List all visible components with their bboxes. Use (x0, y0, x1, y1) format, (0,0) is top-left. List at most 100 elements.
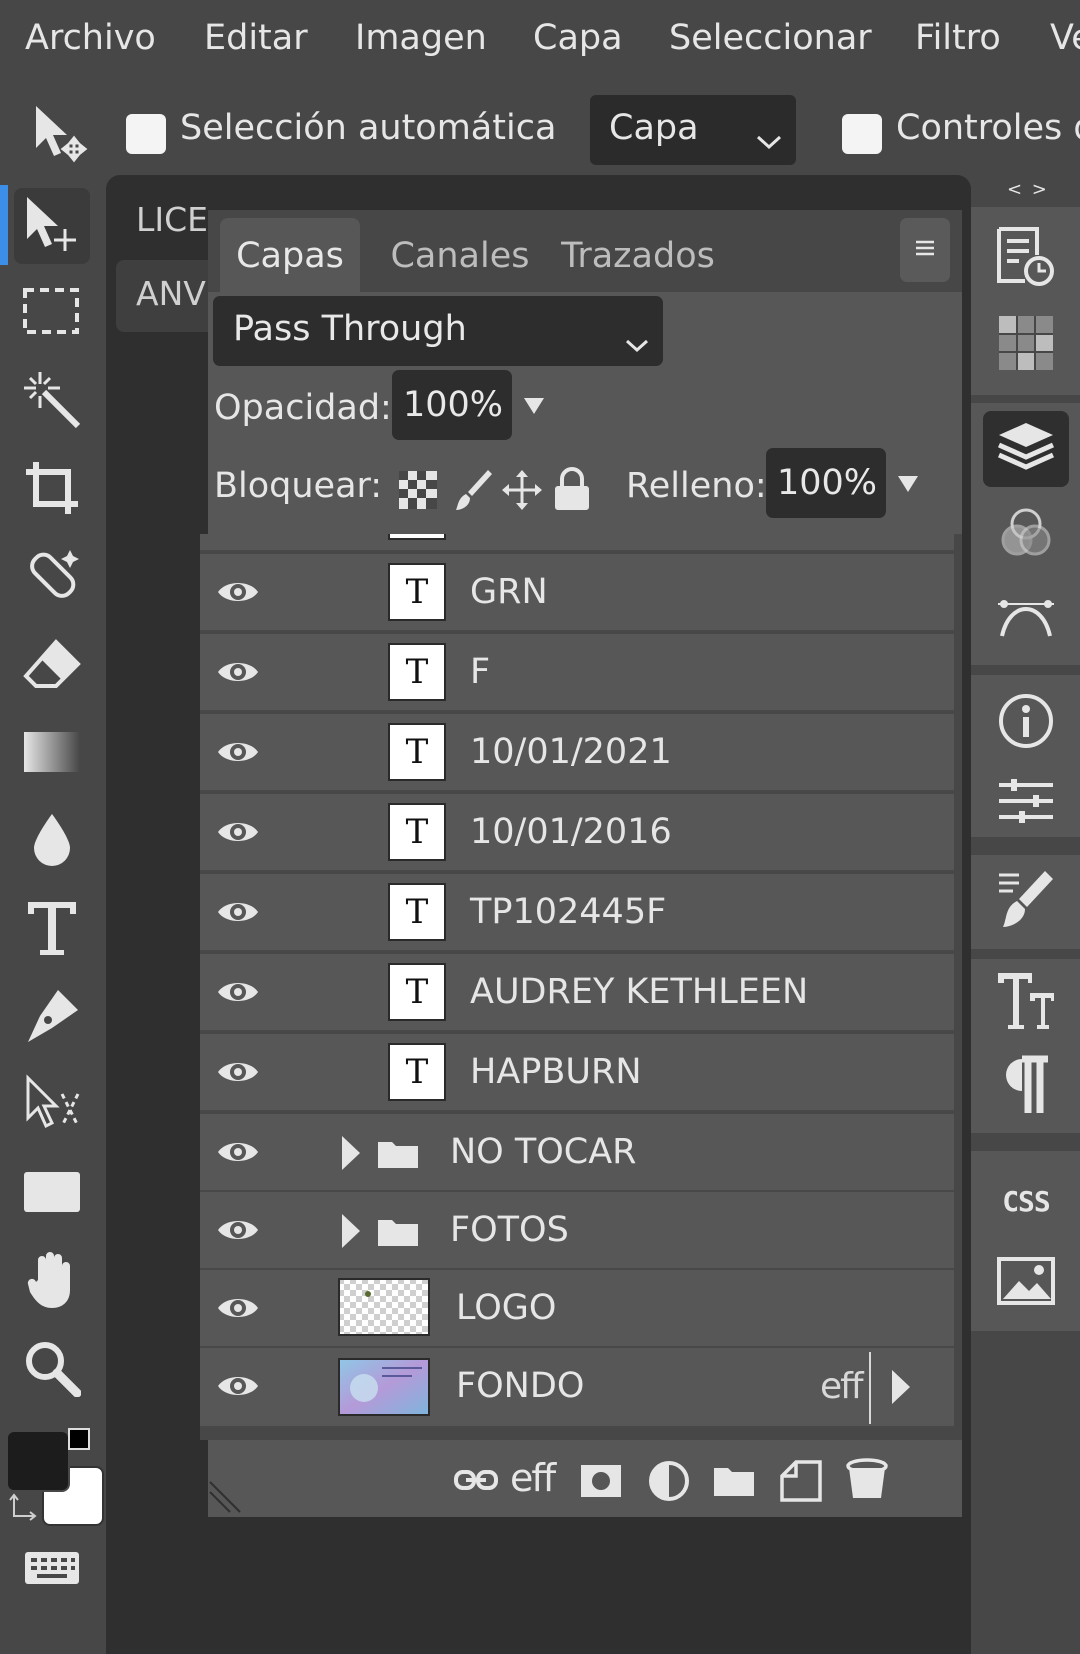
layer-row[interactable]: FONDO eff (200, 1348, 954, 1428)
healing-tool-button[interactable] (14, 540, 90, 616)
add-mask-icon[interactable] (580, 1464, 622, 1502)
layer-name[interactable]: 10/01/2021 (470, 732, 672, 772)
adjustment-layer-icon[interactable] (648, 1460, 692, 1506)
layer-name[interactable]: FONDO (456, 1366, 584, 1406)
menu-seleccionar[interactable]: Seleccionar (669, 18, 872, 58)
add-effect-button[interactable]: eff (510, 1456, 556, 1500)
crop-tool-button[interactable] (14, 452, 90, 528)
layer-row[interactable]: T TP102445F (200, 874, 954, 952)
layer-name[interactable]: 10/01/2016 (470, 812, 672, 852)
opacity-input[interactable]: 100% (392, 370, 512, 440)
layer-name[interactable]: AUDREY KETHLEEN (470, 972, 808, 1012)
default-colors-icon[interactable] (68, 1428, 90, 1450)
lock-all-padlock-icon[interactable] (552, 466, 592, 516)
menu-imagen[interactable]: Imagen (355, 18, 487, 58)
layer-row[interactable]: T F (200, 634, 954, 712)
swatches-panel-button[interactable] (983, 307, 1069, 383)
eye-icon[interactable] (216, 1370, 260, 1406)
document-tab[interactable]: ANV (116, 260, 216, 332)
image-panel-button[interactable] (983, 1245, 1069, 1321)
layer-row[interactable]: LOGO (200, 1270, 954, 1348)
tab-capas[interactable]: Capas (220, 218, 360, 293)
magic-wand-tool-button[interactable] (14, 364, 90, 440)
layer-name[interactable]: GRN (470, 572, 548, 612)
menu-editar[interactable]: Editar (204, 18, 308, 58)
dock-collapse-toggle[interactable]: < > (1007, 179, 1049, 200)
color-swatches[interactable] (6, 1426, 104, 1526)
channels-panel-button[interactable] (983, 497, 1069, 573)
layers-panel-button[interactable] (983, 411, 1069, 487)
eye-icon[interactable] (216, 576, 260, 612)
type-tool-button[interactable] (14, 892, 90, 968)
info-panel-button[interactable] (983, 685, 1069, 761)
layer-row[interactable]: T HAPBURN (200, 1034, 954, 1112)
panel-menu-button[interactable] (900, 218, 950, 282)
menu-archivo[interactable]: Archivo (25, 18, 156, 58)
properties-panel-button[interactable] (983, 765, 1069, 841)
move-tool-button[interactable] (14, 188, 90, 264)
layer-row[interactable]: T 10/01/2016 (200, 794, 954, 872)
lock-transparency-icon[interactable] (398, 470, 438, 514)
path-select-tool-button[interactable] (14, 1068, 90, 1144)
new-group-folder-icon[interactable] (712, 1464, 756, 1502)
eye-icon[interactable] (216, 656, 260, 692)
gradient-tool-button[interactable] (14, 716, 90, 792)
group-row[interactable]: FOTOS (200, 1192, 954, 1270)
layer-row[interactable]: T 10/01/2021 (200, 714, 954, 792)
group-row[interactable]: NO TOCAR (200, 1114, 954, 1192)
lock-position-move-icon[interactable] (500, 468, 544, 516)
eye-icon[interactable] (216, 1292, 260, 1328)
menu-filtro[interactable]: Filtro (915, 18, 1001, 58)
layer-name[interactable]: HAPBURN (470, 1052, 642, 1092)
layer-row[interactable]: T GRN (200, 554, 954, 632)
expand-triangle-icon[interactable] (340, 1134, 362, 1176)
expand-triangle-icon[interactable] (340, 1212, 362, 1254)
auto-select-target-dropdown[interactable]: Capa (590, 95, 796, 165)
keyboard-button[interactable] (14, 1532, 90, 1608)
menu-capa[interactable]: Capa (533, 18, 623, 58)
eye-icon[interactable] (216, 896, 260, 932)
tab-canales[interactable]: Canales (380, 218, 540, 293)
delete-layer-trash-icon[interactable] (846, 1458, 888, 1506)
history-panel-button[interactable] (983, 221, 1069, 297)
paragraph-panel-button[interactable] (983, 1049, 1069, 1125)
new-layer-icon[interactable] (780, 1460, 822, 1506)
group-name[interactable]: FOTOS (450, 1210, 569, 1250)
document-tab[interactable]: LICE (116, 188, 216, 252)
layer-row[interactable]: T AUDREY KETHLEEN (200, 954, 954, 1032)
menu-ver[interactable]: Ve (1050, 18, 1080, 58)
eye-icon[interactable] (216, 976, 260, 1012)
paths-panel-button[interactable] (983, 579, 1069, 655)
swap-colors-icon[interactable] (8, 1492, 38, 1526)
zoom-tool-button[interactable] (14, 1332, 90, 1408)
eye-icon[interactable] (216, 736, 260, 772)
character-panel-button[interactable] (983, 965, 1069, 1041)
eye-icon[interactable] (216, 1056, 260, 1092)
blur-tool-button[interactable] (14, 804, 90, 880)
marquee-tool-button[interactable] (14, 276, 90, 352)
layer-effects-label[interactable]: eff (820, 1366, 863, 1407)
expand-effects-triangle-icon[interactable] (890, 1368, 912, 1410)
fill-input[interactable]: 100% (766, 448, 886, 518)
auto-select-checkbox[interactable] (126, 114, 166, 154)
layer-name[interactable]: F (470, 652, 490, 692)
layer-name[interactable]: TP102445F (470, 892, 666, 932)
css-panel-button[interactable]: CSS (983, 1163, 1069, 1239)
controls-checkbox[interactable] (842, 114, 882, 154)
blend-mode-dropdown[interactable]: Pass Through (213, 296, 663, 366)
pen-tool-button[interactable] (14, 980, 90, 1056)
hand-tool-button[interactable] (14, 1244, 90, 1320)
fill-slider-toggle-icon[interactable] (896, 474, 920, 498)
brush-settings-panel-button[interactable] (983, 863, 1069, 939)
lock-pixels-brush-icon[interactable] (454, 468, 492, 516)
link-layers-icon[interactable] (454, 1468, 498, 1496)
layer-name[interactable]: LOGO (456, 1288, 556, 1328)
eye-icon[interactable] (216, 1136, 260, 1172)
opacity-slider-toggle-icon[interactable] (522, 396, 546, 420)
eye-icon[interactable] (216, 1214, 260, 1250)
group-name[interactable]: NO TOCAR (450, 1132, 636, 1172)
foreground-color-swatch[interactable] (6, 1430, 70, 1492)
eye-icon[interactable] (216, 816, 260, 852)
tab-trazados[interactable]: Trazados (553, 218, 723, 293)
shape-tool-button[interactable] (14, 1156, 90, 1232)
